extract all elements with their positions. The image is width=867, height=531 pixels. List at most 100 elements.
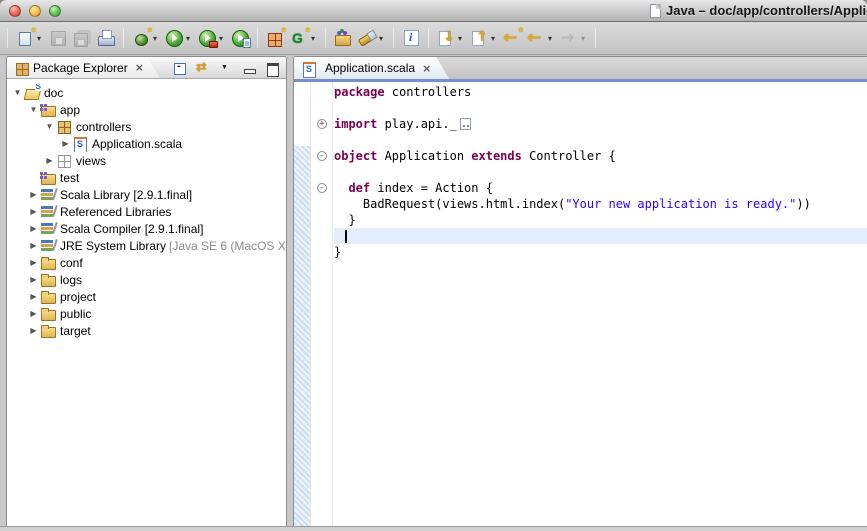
run-external-tools-button[interactable]: ▾ <box>196 26 227 50</box>
code-line-3[interactable]: import play.api._ <box>334 116 867 132</box>
dropdown-arrow-icon[interactable]: ▾ <box>377 34 385 43</box>
search-icon <box>358 29 376 47</box>
fold-collapse-icon[interactable]: - <box>317 151 327 161</box>
show-source-info-button[interactable] <box>400 26 422 50</box>
dropdown-arrow-icon[interactable]: ▾ <box>217 34 225 43</box>
dropdown-arrow-icon[interactable]: ▾ <box>151 34 159 43</box>
next-annotation-button[interactable]: ▾ <box>435 26 466 50</box>
folding-ruler[interactable]: + - - <box>312 82 333 530</box>
back-button[interactable]: ▾ <box>525 26 556 50</box>
dropdown-arrow-icon[interactable]: ▾ <box>546 34 554 43</box>
collapsed-arrow-icon[interactable]: ▶ <box>27 292 40 301</box>
dropdown-arrow-icon[interactable]: ▾ <box>579 34 587 43</box>
code-text-area[interactable]: package controllers import play.api._obje… <box>334 84 867 530</box>
collapsed-arrow-icon[interactable]: ▶ <box>27 241 40 250</box>
collapsed-arrow-icon[interactable]: ▶ <box>27 309 40 318</box>
tree-item-label: views <box>75 154 106 168</box>
code-line-7[interactable]: def index = Action { <box>334 180 867 196</box>
tree-item-doc[interactable]: ▼doc <box>7 84 286 101</box>
tree-item-conf[interactable]: ▶conf <box>7 254 286 271</box>
annotation-ruler[interactable] <box>294 82 311 530</box>
tree-item-jre-system-library[interactable]: ▶JRE System Library[Java SE 6 (MacOS X D… <box>7 237 286 254</box>
minimize-view-button[interactable] <box>242 61 256 75</box>
expanded-arrow-icon[interactable]: ▼ <box>43 122 56 131</box>
code-token: } <box>334 213 356 227</box>
collapsed-arrow-icon[interactable]: ▶ <box>43 156 56 165</box>
package-explorer-tab[interactable]: Package Explorer × <box>7 57 160 78</box>
fold-expand-icon[interactable]: + <box>317 119 327 129</box>
zoom-window-button[interactable] <box>49 5 61 17</box>
window-title-area: Java – doc/app/controllers/Application.s… <box>650 3 867 18</box>
close-view-icon[interactable]: × <box>133 61 144 74</box>
editor-tab-bar: Application.scala × <box>294 57 867 79</box>
toolbar-separator <box>7 28 8 48</box>
title-bar[interactable]: Java – doc/app/controllers/Application.s… <box>0 0 867 22</box>
dropdown-arrow-icon[interactable]: ▾ <box>456 34 464 43</box>
collapsed-arrow-icon[interactable]: ▶ <box>27 207 40 216</box>
tree-item-controllers[interactable]: ▼controllers <box>7 118 286 135</box>
dropdown-arrow-icon[interactable]: ▾ <box>309 34 317 43</box>
tree-item-public[interactable]: ▶public <box>7 305 286 322</box>
tree-item-test[interactable]: test <box>7 169 286 186</box>
toolbar-separator <box>257 28 258 48</box>
package-explorer-tree[interactable]: ▼doc▼app▼controllers▶Application.scala▶v… <box>7 80 286 530</box>
collapsed-arrow-icon[interactable]: ▶ <box>59 139 72 148</box>
code-line-2[interactable] <box>334 100 867 116</box>
fold-collapse-icon[interactable]: - <box>317 183 327 193</box>
code-line-8[interactable]: BadRequest(views.html.index("Your new ap… <box>334 196 867 212</box>
dropdown-arrow-icon[interactable]: ▾ <box>35 34 43 43</box>
tree-item-views[interactable]: ▶ views <box>7 152 286 169</box>
code-token: )) <box>796 197 810 211</box>
code-line-4[interactable] <box>334 132 867 148</box>
editor-tab-application-scala[interactable]: Application.scala × <box>294 57 449 79</box>
library-icon <box>40 204 57 219</box>
new-java-package-button[interactable] <box>264 26 286 50</box>
last-edit-location-button[interactable] <box>501 26 523 50</box>
dropdown-arrow-icon[interactable]: ▾ <box>184 34 192 43</box>
previous-annotation-button[interactable]: ▾ <box>468 26 499 50</box>
tree-item-referenced-libraries[interactable]: ▶Referenced Libraries <box>7 203 286 220</box>
link-with-editor-button[interactable] <box>196 61 210 75</box>
code-line-10[interactable] <box>334 228 867 244</box>
new-button[interactable]: ▾ <box>14 26 45 50</box>
text-cursor <box>345 230 347 243</box>
expanded-arrow-icon[interactable]: ▼ <box>11 88 24 97</box>
code-line-11[interactable]: } <box>334 244 867 260</box>
open-type-button[interactable] <box>332 26 354 50</box>
tree-item-application-scala[interactable]: ▶Application.scala <box>7 135 286 152</box>
print-button[interactable] <box>95 26 117 50</box>
code-line-6[interactable] <box>334 164 867 180</box>
new-scala-wizard-button[interactable]: ▾ <box>288 26 319 50</box>
code-line-9[interactable]: } <box>334 212 867 228</box>
close-window-button[interactable] <box>9 5 21 17</box>
collapse-all-button[interactable] <box>173 61 187 75</box>
collapsed-arrow-icon[interactable]: ▶ <box>27 326 40 335</box>
editor-body[interactable]: + - - package controllers import play.api._… <box>294 82 867 530</box>
view-menu-button[interactable] <box>219 61 233 75</box>
collapsed-arrow-icon[interactable]: ▶ <box>27 190 40 199</box>
collapsed-arrow-icon[interactable]: ▶ <box>27 224 40 233</box>
tree-item-scala-library-2-9-1-final[interactable]: ▶Scala Library [2.9.1.final] <box>7 186 286 203</box>
tree-item-project[interactable]: ▶project <box>7 288 286 305</box>
code-line-5[interactable]: object Application extends Controller { <box>334 148 867 164</box>
maximize-view-button[interactable] <box>265 61 279 75</box>
tree-item-scala-compiler-2-9-1-final[interactable]: ▶Scala Compiler [2.9.1.final] <box>7 220 286 237</box>
minimize-window-button[interactable] <box>29 5 41 17</box>
dropdown-arrow-icon[interactable]: ▾ <box>489 34 497 43</box>
tree-item-logs[interactable]: ▶logs <box>7 271 286 288</box>
expanded-arrow-icon[interactable]: ▼ <box>27 105 40 114</box>
tree-item-app[interactable]: ▼app <box>7 101 286 118</box>
search-button[interactable]: ▾ <box>356 26 387 50</box>
collapsed-arrow-icon[interactable]: ▶ <box>27 258 40 267</box>
run-history-button[interactable] <box>229 26 251 50</box>
code-line-1[interactable]: package controllers <box>334 84 867 100</box>
tree-item-target[interactable]: ▶target <box>7 322 286 339</box>
collapsed-region-icon[interactable] <box>460 118 471 130</box>
run-button[interactable]: ▾ <box>163 26 194 50</box>
collapsed-arrow-icon[interactable]: ▶ <box>27 275 40 284</box>
toolbox-overlay-icon <box>209 41 218 48</box>
close-editor-icon[interactable]: × <box>420 62 431 75</box>
debug-button[interactable]: ▾ <box>130 26 161 50</box>
eclipse-window: Java – doc/app/controllers/Application.s… <box>0 0 867 531</box>
document-proxy-icon <box>650 4 661 18</box>
